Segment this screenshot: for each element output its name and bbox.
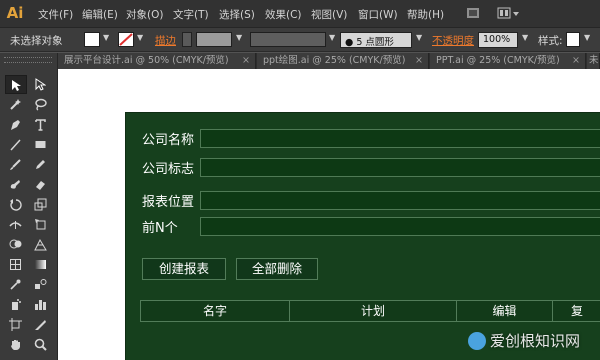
- stroke-weight-field[interactable]: [196, 32, 232, 47]
- stroke-weight-dropdown-icon[interactable]: ▼: [236, 33, 242, 42]
- company-name-label: 公司名称: [142, 133, 195, 148]
- scale-tool-icon[interactable]: [30, 195, 52, 214]
- menu-window[interactable]: 窗口(W): [358, 7, 398, 22]
- menu-bar: Ai 文件(F) 编辑(E) 对象(O) 文字(T) 选择(S) 效果(C) 视…: [0, 0, 600, 28]
- paintbrush-tool-icon[interactable]: [5, 155, 27, 174]
- blend-tool-icon[interactable]: [30, 275, 52, 294]
- fill-swatch[interactable]: [84, 32, 100, 47]
- width-tool-icon[interactable]: [5, 215, 27, 234]
- type-tool-icon[interactable]: [30, 115, 52, 134]
- watermark-text: 爱创根知识网: [490, 332, 581, 350]
- watermark-logo-icon: [468, 332, 486, 350]
- arrange-documents-icon[interactable]: [497, 6, 521, 20]
- site-watermark: 爱创根知识网: [468, 328, 598, 354]
- close-icon[interactable]: ×: [572, 53, 580, 69]
- opacity-field[interactable]: 100%: [478, 32, 518, 48]
- control-bar: 未选择对象 ▼ ▼ 描边 ▼ ▼ ● 5 点圆形 ▼ 不透明度 100% ▼ 样…: [0, 28, 600, 52]
- tab-title: 未: [589, 55, 599, 66]
- menu-view[interactable]: 视图(V): [311, 7, 347, 22]
- panel-grip[interactable]: [4, 57, 52, 63]
- lasso-tool-icon[interactable]: [30, 95, 52, 114]
- stroke-link[interactable]: 描边: [155, 33, 176, 48]
- menu-select[interactable]: 选择(S): [219, 7, 255, 22]
- stroke-dropdown-icon[interactable]: ▼: [137, 33, 143, 42]
- symbol-sprayer-tool-icon[interactable]: [5, 295, 27, 314]
- tab-title: ppt绘图.ai @ 25% (CMYK/预览): [263, 55, 406, 66]
- tab-document-4[interactable]: 未: [587, 53, 600, 69]
- style-dropdown-icon[interactable]: ▼: [584, 33, 590, 42]
- tab-title: PPT.ai @ 25% (CMYK/预览): [436, 55, 560, 66]
- eraser-tool-icon[interactable]: [30, 175, 52, 194]
- company-logo-label: 公司标志: [142, 162, 195, 177]
- tab-document-3[interactable]: PPT.ai @ 25% (CMYK/预览) ×: [430, 53, 586, 69]
- hand-tool-icon[interactable]: [5, 335, 27, 354]
- direct-selection-tool-icon[interactable]: [30, 75, 52, 94]
- company-logo-field[interactable]: [200, 158, 600, 177]
- column-header-edit[interactable]: 编辑: [457, 301, 553, 321]
- line-segment-tool-icon[interactable]: [5, 135, 27, 154]
- top-n-label: 前N个: [142, 221, 178, 236]
- bridge-icon[interactable]: [466, 6, 480, 20]
- fill-dropdown-icon[interactable]: ▼: [103, 33, 109, 42]
- variable-width-profile[interactable]: [250, 32, 326, 47]
- rectangle-tool-icon[interactable]: [30, 135, 52, 154]
- perspective-grid-tool-icon[interactable]: [30, 235, 52, 254]
- tools-panel: [0, 53, 58, 360]
- menu-help[interactable]: 帮助(H): [407, 7, 444, 22]
- close-icon[interactable]: ×: [242, 53, 250, 69]
- table-header: 名字 计划 编辑 复: [140, 300, 600, 322]
- slice-tool-icon[interactable]: [30, 315, 52, 334]
- selection-tool-icon[interactable]: [5, 75, 27, 94]
- top-n-field[interactable]: [200, 217, 600, 236]
- mesh-tool-icon[interactable]: [5, 255, 27, 274]
- magic-wand-tool-icon[interactable]: [5, 95, 27, 114]
- report-form-artwork[interactable]: 公司名称 公司标志 报表位置 前N个 创建报表 全部删除 名字 计划 编辑 复: [125, 112, 600, 360]
- document-tab-bar: 展示平台设计.ai @ 50% (CMYK/预览) × ppt绘图.ai @ 2…: [58, 53, 600, 69]
- column-header-copy[interactable]: 复: [553, 301, 600, 321]
- zoom-tool-icon[interactable]: [30, 335, 52, 354]
- company-name-field[interactable]: [200, 129, 600, 148]
- close-icon[interactable]: ×: [415, 53, 423, 69]
- tab-document-1[interactable]: 展示平台设计.ai @ 50% (CMYK/预览) ×: [58, 53, 256, 69]
- style-label: 样式:: [538, 35, 563, 47]
- opacity-dropdown-icon[interactable]: ▼: [522, 33, 528, 42]
- report-position-field[interactable]: [200, 191, 600, 210]
- rotate-tool-icon[interactable]: [5, 195, 27, 214]
- gradient-tool-icon[interactable]: [30, 255, 52, 274]
- blob-brush-tool-icon[interactable]: [5, 175, 27, 194]
- selection-status: 未选择对象: [10, 35, 63, 47]
- graphic-style-swatch[interactable]: [566, 32, 580, 47]
- artboard-tool-icon[interactable]: [5, 315, 27, 334]
- menu-effect[interactable]: 效果(C): [265, 7, 302, 22]
- menu-file[interactable]: 文件(F): [38, 7, 73, 22]
- report-position-label: 报表位置: [142, 195, 195, 210]
- shape-builder-tool-icon[interactable]: [5, 235, 27, 254]
- stroke-weight-stepper[interactable]: [182, 32, 192, 47]
- create-report-button[interactable]: 创建报表: [142, 258, 226, 280]
- eyedropper-tool-icon[interactable]: [5, 275, 27, 294]
- free-transform-tool-icon[interactable]: [30, 215, 52, 234]
- column-header-name[interactable]: 名字: [141, 301, 290, 321]
- pen-tool-icon[interactable]: [5, 115, 27, 134]
- delete-all-button[interactable]: 全部删除: [236, 258, 318, 280]
- menu-edit[interactable]: 编辑(E): [82, 7, 118, 22]
- profile-dropdown-icon[interactable]: ▼: [329, 33, 335, 42]
- column-header-plan[interactable]: 计划: [290, 301, 457, 321]
- illustrator-logo: Ai: [6, 4, 24, 22]
- brush-definition-field[interactable]: ● 5 点圆形: [340, 32, 412, 48]
- tab-document-2[interactable]: ppt绘图.ai @ 25% (CMYK/预览) ×: [257, 53, 429, 69]
- menu-object[interactable]: 对象(O): [126, 7, 163, 22]
- pencil-tool-icon[interactable]: [30, 155, 52, 174]
- tab-title: 展示平台设计.ai @ 50% (CMYK/预览): [64, 55, 229, 66]
- column-graph-tool-icon[interactable]: [30, 295, 52, 314]
- opacity-link[interactable]: 不透明度: [432, 33, 474, 48]
- brush-label: 5 点圆形: [356, 37, 394, 48]
- brush-dropdown-icon[interactable]: ▼: [416, 33, 422, 42]
- menu-type[interactable]: 文字(T): [173, 7, 209, 22]
- stroke-swatch[interactable]: [118, 32, 134, 47]
